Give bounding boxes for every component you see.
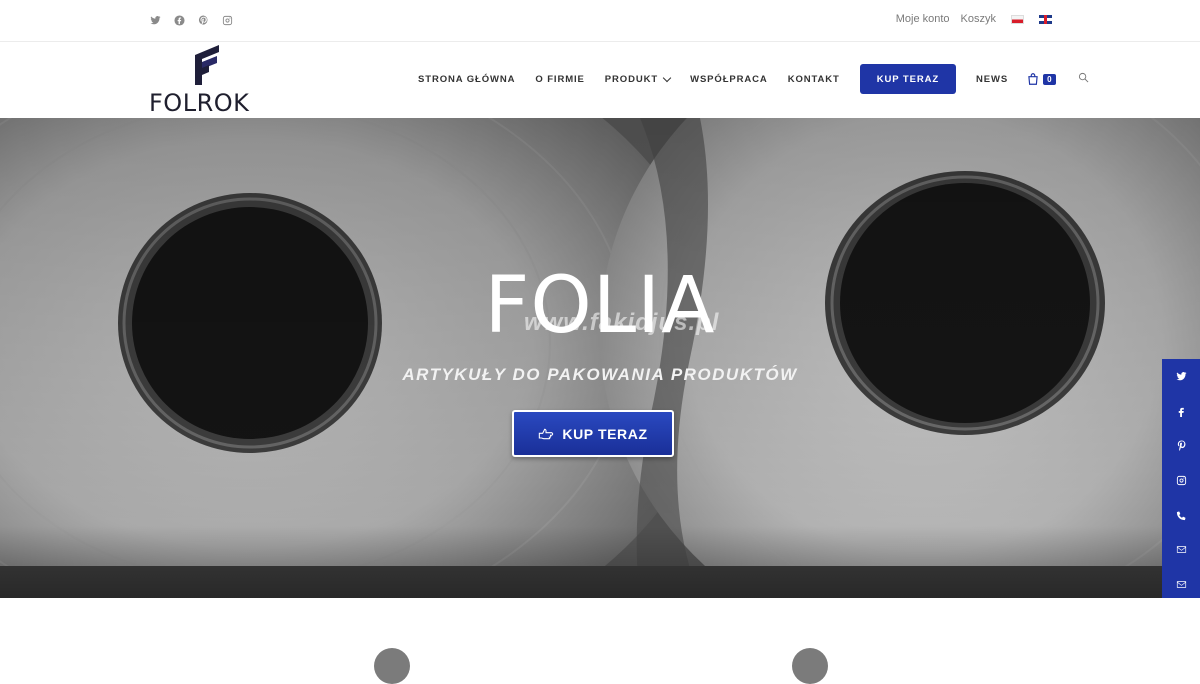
main-nav: STRONA GŁÓWNA O FIRMIE PRODUKT WSPÓŁPRAC… [408, 64, 1089, 94]
side-facebook-button[interactable] [1162, 394, 1200, 429]
pl-flag-icon[interactable] [1011, 14, 1024, 24]
instagram-icon [1176, 475, 1186, 485]
side-email-button[interactable] [1162, 532, 1200, 567]
side-phone-button[interactable] [1162, 498, 1200, 533]
hero-title: FOLIA [484, 261, 716, 351]
facebook-icon[interactable] [172, 13, 186, 27]
watermark-text: www.fakidjus.pl [524, 309, 720, 336]
nav-item-cooperation[interactable]: WSPÓŁPRACA [680, 74, 778, 85]
nav-item-news[interactable]: NEWS [966, 74, 1018, 85]
instagram-icon[interactable] [220, 13, 234, 27]
hero-background-image [0, 118, 1200, 598]
feature-icon-circle [374, 648, 410, 684]
feature-icon-circle [792, 648, 828, 684]
nav-item-product-label: PRODUKT [604, 73, 659, 85]
cart-count-badge: 0 [1043, 73, 1056, 85]
chevron-down-icon [662, 73, 672, 82]
logo-text: FOLROK [149, 89, 250, 117]
hero-buy-now-button[interactable]: KUP TERAZ [512, 410, 674, 457]
phone-icon [1176, 511, 1185, 520]
top-links: Moje konto Koszyk [896, 13, 1052, 25]
search-icon [1078, 72, 1089, 83]
gb-flag-icon[interactable] [1039, 14, 1052, 24]
below-fold-section [0, 598, 1200, 684]
hero-subtitle: ARTYKUŁY DO PAKOWANIA PRODUKTÓW [402, 365, 798, 384]
side-pinterest-button[interactable] [1162, 428, 1200, 463]
twitter-icon[interactable] [148, 13, 162, 27]
top-social-links [148, 13, 234, 27]
cart-button[interactable]: 0 [1026, 72, 1056, 86]
top-bar: Moje konto Koszyk [0, 0, 1200, 42]
nav-item-about[interactable]: O FIRMIE [525, 74, 594, 85]
logo-mark-icon [195, 45, 219, 85]
my-account-link[interactable]: Moje konto [896, 13, 950, 25]
nav-item-contact[interactable]: KONTAKT [778, 74, 850, 85]
side-instagram-button[interactable] [1162, 463, 1200, 498]
side-social-bar [1162, 359, 1200, 602]
side-email-button-2[interactable] [1162, 567, 1200, 602]
nav-item-home[interactable]: STRONA GŁÓWNA [408, 74, 525, 85]
site-header: FOLROK STRONA GŁÓWNA O FIRMIE PRODUKT WS… [0, 42, 1200, 118]
side-twitter-button[interactable] [1162, 359, 1200, 394]
envelope-icon [1176, 581, 1186, 588]
nav-buy-now-button[interactable]: KUP TERAZ [859, 64, 957, 94]
hero-section: FOLIA www.fakidjus.pl ARTYKUŁY DO PAKOWA… [0, 118, 1200, 598]
nav-item-product[interactable]: PRODUKT [595, 73, 680, 85]
twitter-icon [1175, 371, 1187, 381]
hero-buy-now-label: KUP TERAZ [562, 425, 648, 442]
pinterest-icon [1177, 440, 1185, 452]
hand-pointer-icon [539, 428, 554, 439]
search-button[interactable] [1078, 70, 1089, 88]
logo[interactable]: FOLROK [149, 45, 253, 117]
pinterest-icon[interactable] [196, 13, 210, 27]
shopping-bag-icon [1028, 73, 1038, 85]
cart-link[interactable]: Koszyk [961, 13, 996, 25]
envelope-icon [1176, 546, 1186, 553]
facebook-icon [1178, 407, 1184, 417]
